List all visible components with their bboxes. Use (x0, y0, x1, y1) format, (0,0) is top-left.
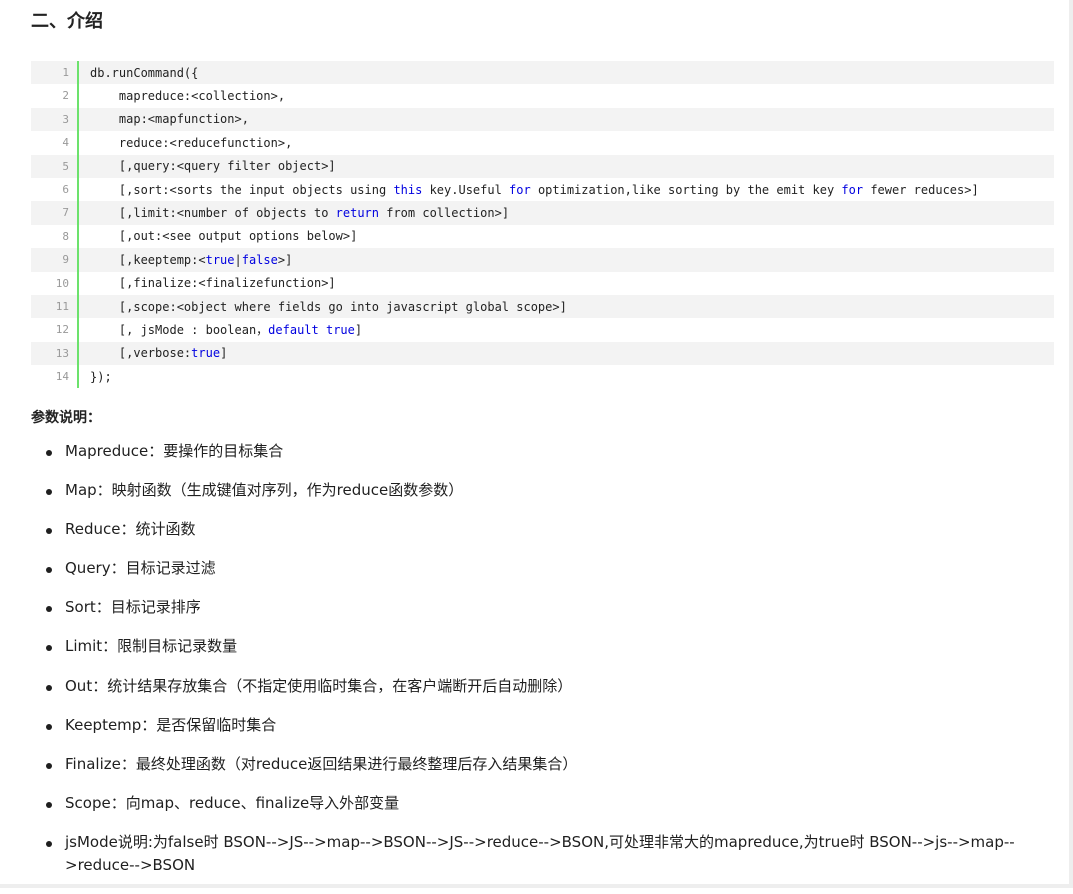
param-item: Finalize：最终处理函数（对reduce返回结果进行最终整理后存入结果集合… (31, 753, 1051, 777)
code-line: 6 [,sort:<sorts the input objects using … (31, 177, 1054, 202)
code-text: [,out:<see output options below>] (79, 229, 357, 243)
code-line: 8 [,out:<see output options below>] (31, 224, 1054, 249)
code-token: [,finalize:<finalizefunction>] (90, 276, 336, 291)
code-keyword: return (335, 206, 379, 221)
line-number: 8 (62, 229, 69, 243)
code-token: [,scope:<object where fields go into jav… (90, 299, 567, 314)
code-text: [,sort:<sorts the input objects using th… (79, 183, 979, 197)
code-text: db.runCommand({ (79, 66, 198, 80)
code-token: [, jsMode : boolean， (90, 323, 269, 338)
line-number: 11 (55, 299, 69, 313)
code-token: [,query:<query filter object>] (90, 159, 336, 174)
line-number: 9 (62, 253, 69, 267)
code-token: reduce:<reducefunction>, (90, 135, 293, 150)
code-token: [,out:<see output options below>] (90, 229, 358, 244)
code-line: 7 [,limit:<number of objects to return f… (31, 201, 1054, 225)
code-keyword: false (241, 252, 278, 267)
code-line: 11 [,scope:<object where fields go into … (31, 294, 1054, 319)
param-item: Mapreduce：要操作的目标集合 (31, 440, 1051, 464)
line-number: 14 (55, 370, 69, 384)
code-keyword: default (268, 323, 319, 338)
code-text: [,keeptemp:<true|false>] (79, 253, 292, 267)
line-number: 6 (62, 182, 69, 196)
param-item: Out：统计结果存放集合（不指定使用临时集合，在客户端断开后自动删除） (31, 675, 1051, 699)
code-line: 3 map:<mapfunction>, (31, 107, 1054, 132)
code-keyword: true (205, 252, 235, 267)
code-token: from collection>] (379, 206, 510, 221)
line-number: 5 (62, 159, 69, 173)
code-token: [,limit:<number of objects to (90, 206, 336, 221)
code-text: [, jsMode : boolean，default true] (79, 321, 362, 338)
params-title: 参数说明： (31, 410, 101, 426)
code-token: [,verbose: (90, 346, 192, 361)
code-text: [,finalize:<finalizefunction>] (79, 276, 336, 290)
line-number: 10 (55, 276, 69, 290)
code-token: fewer reduces>] (863, 182, 979, 197)
code-token: ] (220, 346, 228, 361)
code-token: [,keeptemp:< (90, 252, 206, 267)
param-list: Mapreduce：要操作的目标集合 Map：映射函数（生成键值对序列，作为red… (31, 440, 1051, 894)
param-item: Reduce：统计函数 (31, 518, 1051, 542)
code-token: db.runCommand({ (90, 65, 199, 80)
param-item: Sort：目标记录排序 (31, 596, 1051, 620)
code-line: 5 [,query:<query filter object>] (31, 154, 1054, 178)
code-token: }); (90, 369, 112, 384)
code-token: | (234, 252, 242, 267)
page-bottom-edge (0, 884, 1073, 888)
param-item: Map：映射函数（生成键值对序列，作为reduce函数参数） (31, 479, 1051, 503)
code-block: 1 db.runCommand({ 2 mapreduce:<collection>… (31, 61, 1054, 389)
code-text: map:<mapfunction>, (79, 112, 249, 126)
param-item: Scope：向map、reduce、finalize导入外部变量 (31, 792, 1051, 816)
line-number: 12 (55, 323, 69, 337)
code-text: [,verbose:true] (79, 346, 227, 360)
code-token: >] (277, 252, 293, 267)
code-text: }); (79, 370, 112, 384)
code-line: 10 [,finalize:<finalizefunction>] (31, 271, 1054, 295)
code-keyword: for (509, 182, 531, 197)
code-line: 13 [,verbose:true] (31, 341, 1054, 366)
code-token: map:<mapfunction>, (90, 112, 249, 127)
code-keyword: true (325, 323, 355, 338)
line-number: 4 (62, 136, 69, 150)
code-line: 14}); (31, 365, 1054, 389)
code-line: 12 [, jsMode : boolean，default true] (31, 318, 1054, 342)
param-item: Query：目标记录过滤 (31, 557, 1051, 581)
code-text: [,scope:<object where fields go into jav… (79, 300, 567, 314)
code-text: [,limit:<number of objects to return fro… (79, 206, 509, 220)
param-item: Limit：限制目标记录数量 (31, 635, 1051, 659)
code-text: [,query:<query filter object>] (79, 159, 336, 173)
code-token: mapreduce:<collection>, (90, 89, 286, 104)
code-line: 1 db.runCommand({ (31, 61, 1054, 85)
code-token: ] (354, 323, 363, 338)
line-number: 2 (62, 89, 69, 103)
code-keyword: this (393, 182, 423, 197)
code-token: optimization,like sorting by the emit ke… (530, 182, 842, 197)
param-item: jsMode说明:为false时 BSON-->JS-->map-->BSON-… (31, 831, 1051, 878)
line-number: 3 (62, 112, 69, 126)
code-text: mapreduce:<collection>, (79, 89, 285, 103)
scrollbar-track[interactable] (1069, 0, 1073, 888)
line-number: 1 (62, 66, 69, 79)
code-keyword: for (841, 182, 864, 197)
code-text: reduce:<reducefunction>, (79, 136, 292, 150)
code-line: 9 [,keeptemp:<true|false>] (31, 248, 1054, 272)
code-line: 4 reduce:<reducefunction>, (31, 131, 1054, 155)
code-token: key.Useful (422, 182, 510, 197)
section-title: 二、介绍 (31, 11, 103, 32)
line-number: 7 (62, 206, 69, 220)
line-number: 13 (55, 346, 69, 360)
code-token: [,sort:<sorts the input objects using (90, 182, 394, 197)
code-keyword: true (191, 346, 221, 361)
code-line: 2 mapreduce:<collection>, (31, 84, 1054, 108)
param-item: Keeptemp：是否保留临时集合 (31, 714, 1051, 738)
